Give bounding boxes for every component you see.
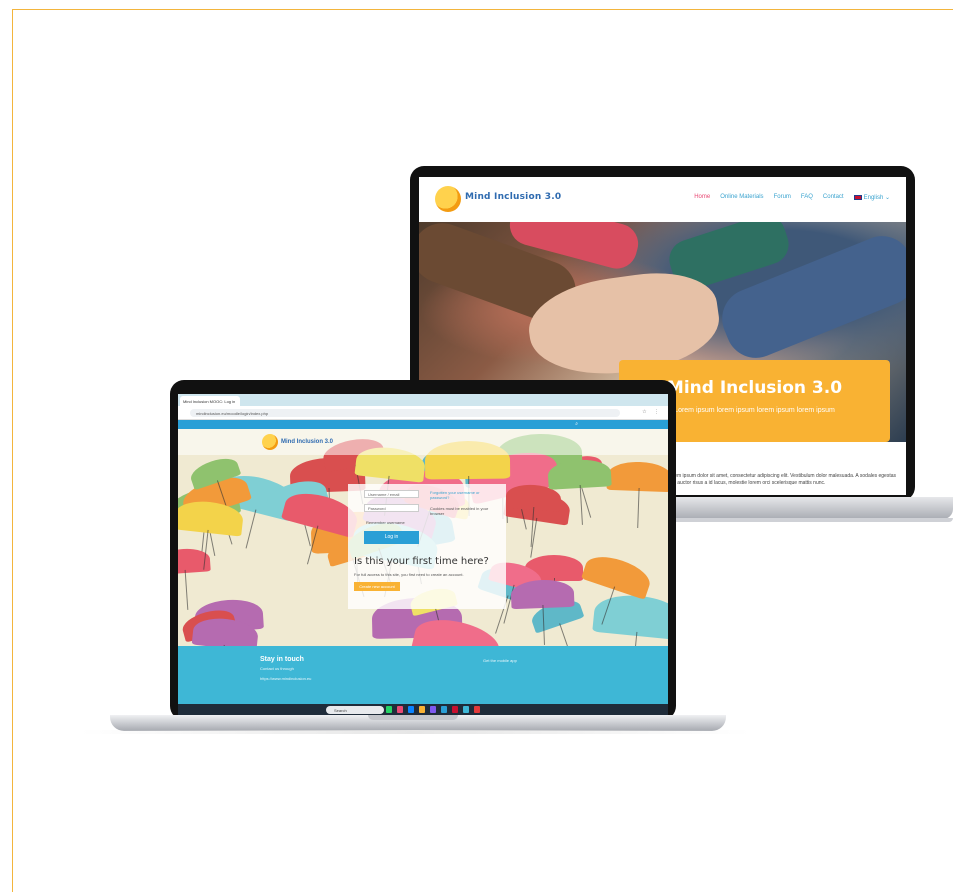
app-icon[interactable] xyxy=(408,706,414,713)
app-icon[interactable] xyxy=(441,706,447,713)
search-icon[interactable]: ⌕ xyxy=(575,421,578,427)
laptop-front: Mind Inclusion MOOC: Log in mindinclusio… xyxy=(170,380,676,720)
logo-icon[interactable] xyxy=(435,186,461,212)
login-panel: Username / email Password Forgotten your… xyxy=(348,484,506,609)
first-time-title: Is this your first time here? xyxy=(354,556,489,567)
taskbar-search-input[interactable]: Search xyxy=(326,706,384,714)
umbrella-shape xyxy=(606,460,668,493)
app-icon[interactable] xyxy=(474,706,480,713)
umbrella-shape xyxy=(510,579,574,610)
taskbar-app-icons xyxy=(386,706,480,713)
site-footer: Stay in touch Contact us through https:/… xyxy=(178,646,668,704)
app-icon[interactable] xyxy=(463,706,469,713)
login-button[interactable]: Log in xyxy=(364,531,419,544)
frame-line-left xyxy=(12,9,13,892)
site-header: Mind Inclusion 3.0 Home Online Materials… xyxy=(419,177,906,222)
logo-text[interactable]: Mind Inclusion 3.0 xyxy=(281,439,333,445)
main-nav: Home Online Materials Forum FAQ Contact … xyxy=(694,194,890,201)
laptop-back-base-shadow xyxy=(662,518,953,522)
laptop-front-notch xyxy=(368,715,458,720)
laptop-back-base xyxy=(662,497,953,519)
laptop-front-screen: Mind Inclusion MOOC: Log in mindinclusio… xyxy=(178,394,668,716)
browser-tab-bar: Mind Inclusion MOOC: Log in xyxy=(178,394,668,406)
remember-username-checkbox[interactable]: Remember username xyxy=(366,520,405,525)
logo-text[interactable]: Mind Inclusion 3.0 xyxy=(465,192,561,202)
laptop-front-shadow xyxy=(80,730,750,734)
app-icon[interactable] xyxy=(386,706,392,713)
nav-item-faq[interactable]: FAQ xyxy=(801,194,813,201)
browser-toolbar-icons[interactable]: ☆ ⋮ xyxy=(642,409,662,415)
intro-text: Lorem ipsum dolor sit amet, consectetur … xyxy=(667,473,897,486)
umbrella-shape xyxy=(178,547,212,575)
site-top-bar: ⌕ xyxy=(178,420,668,429)
logo-icon[interactable] xyxy=(262,434,278,450)
app-icon[interactable] xyxy=(397,706,403,713)
password-input[interactable]: Password xyxy=(364,504,419,512)
footer-title: Stay in touch xyxy=(260,656,304,663)
chevron-down-icon: ⌄ xyxy=(884,195,890,201)
language-label: English xyxy=(863,195,884,201)
app-icon[interactable] xyxy=(452,706,458,713)
nav-item-forum[interactable]: Forum xyxy=(774,194,791,201)
frame-line-top xyxy=(12,9,953,10)
nav-item-home[interactable]: Home xyxy=(694,194,710,201)
uk-flag-icon xyxy=(853,194,862,200)
username-input[interactable]: Username / email xyxy=(364,490,419,498)
footer-link[interactable]: https://www.mindinclusion.eu xyxy=(260,676,311,681)
cookies-note: Cookies must be enabled in your browser xyxy=(430,506,489,516)
umbrella-shape xyxy=(580,549,655,600)
mobile-app-link[interactable]: Get the mobile app xyxy=(483,658,517,663)
browser-address-bar: mindinclusion.eu/moodle/login/index.php … xyxy=(178,406,668,420)
forgotten-password-link[interactable]: Forgotten your username or password? xyxy=(430,490,500,500)
app-icon[interactable] xyxy=(430,706,436,713)
url-input[interactable]: mindinclusion.eu/moodle/login/index.php xyxy=(190,409,620,417)
footer-subtitle: Contact us through xyxy=(260,666,294,671)
nav-item-contact[interactable]: Contact xyxy=(823,194,844,201)
browser-tab[interactable]: Mind Inclusion MOOC: Log in xyxy=(180,396,240,406)
language-selector[interactable]: English ⌄ xyxy=(853,194,890,201)
first-time-text: For full access to this site, you first … xyxy=(354,572,464,577)
site-header: Mind Inclusion 3.0 xyxy=(178,429,668,455)
create-account-button[interactable]: Create new account xyxy=(354,582,400,591)
nav-item-online-materials[interactable]: Online Materials xyxy=(720,194,763,201)
app-icon[interactable] xyxy=(419,706,425,713)
